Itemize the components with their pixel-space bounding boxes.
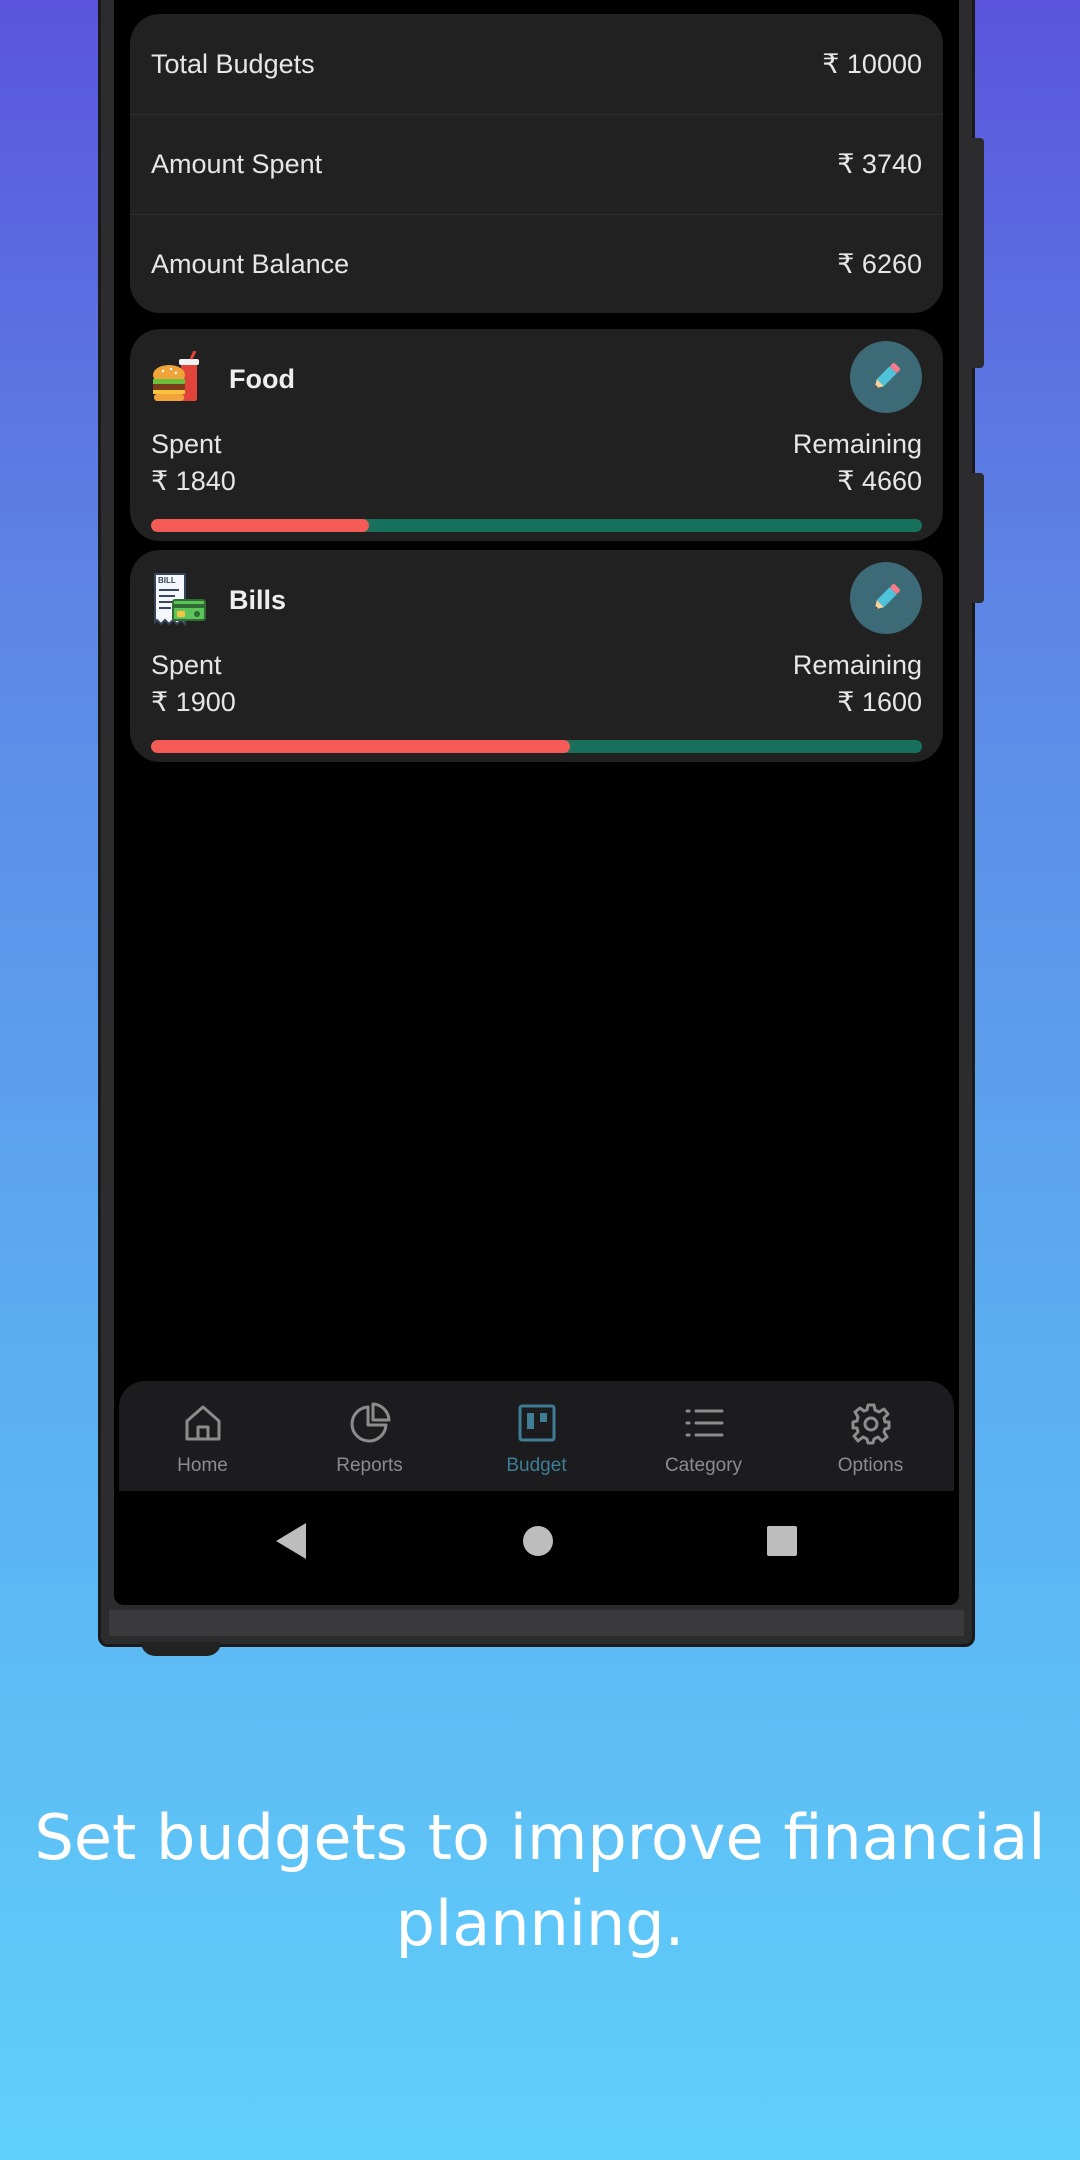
- spent-label: Spent: [151, 650, 222, 680]
- nav-item-reports[interactable]: Reports: [286, 1381, 453, 1491]
- system-navigation-bar: [114, 1491, 959, 1605]
- summary-label: Amount Balance: [151, 249, 350, 279]
- list-icon: [685, 1409, 723, 1437]
- budget-summary-card: Total Budgets ₹ 10000 Amount Spent ₹ 374…: [130, 14, 943, 313]
- edit-budget-button[interactable]: [850, 562, 922, 634]
- back-icon[interactable]: [274, 1521, 310, 1561]
- home-circle-icon[interactable]: [520, 1521, 556, 1561]
- summary-row-spent: Amount Spent ₹ 3740: [130, 114, 943, 214]
- summary-value: ₹ 3740: [837, 149, 922, 179]
- card-header: BILL Bills: [151, 572, 286, 628]
- pencil-icon: [874, 583, 901, 610]
- burger-drink-icon: [153, 351, 199, 401]
- remaining-value: ₹ 1600: [837, 687, 922, 717]
- spent-bar-fill: [151, 519, 370, 532]
- category-name: Food: [229, 363, 295, 394]
- pie-chart-icon: [350, 1402, 390, 1443]
- summary-value: ₹ 6260: [837, 249, 922, 279]
- phone-chin: [109, 1610, 964, 1636]
- spent-value: ₹ 1840: [151, 466, 236, 496]
- spent-label: Spent: [151, 429, 222, 459]
- nav-label: Budget: [506, 1455, 567, 1476]
- bill-receipt-icon: BILL: [154, 573, 206, 627]
- card-header: Food: [151, 351, 295, 407]
- remaining-label: Remaining: [792, 429, 922, 459]
- home-icon: [185, 1405, 220, 1441]
- summary-label: Total Budgets: [151, 48, 315, 79]
- summary-row-balance: Amount Balance ₹ 6260: [130, 214, 943, 313]
- summary-row-total: Total Budgets ₹ 10000: [130, 14, 943, 114]
- promo-tagline: Set budgets to improve financial plannin…: [34, 1801, 1046, 1960]
- remaining-label: Remaining: [792, 650, 922, 680]
- phone-side-button: [972, 138, 984, 368]
- spent-bar-fill: [151, 740, 570, 753]
- summary-label: Amount Spent: [151, 149, 323, 179]
- nav-item-category[interactable]: Category: [620, 1381, 787, 1491]
- nav-item-budget[interactable]: Budget: [453, 1381, 620, 1491]
- category-name: Bills: [229, 584, 287, 615]
- edit-budget-button[interactable]: [850, 341, 922, 413]
- nav-label: Reports: [336, 1455, 403, 1476]
- nav-item-options[interactable]: Options: [787, 1381, 954, 1491]
- bottom-navigation: Home Reports Budget Category Options: [119, 1381, 954, 1491]
- budget-board-icon: [518, 1404, 555, 1442]
- remaining-value: ₹ 4660: [837, 466, 922, 496]
- summary-value: ₹ 10000: [822, 48, 922, 79]
- phone-foot: [141, 1642, 221, 1656]
- nav-label: Home: [177, 1455, 228, 1476]
- gear-icon: [851, 1403, 890, 1445]
- budget-progress-bar: [151, 519, 922, 532]
- phone-side-button: [972, 473, 984, 603]
- budget-progress-bar: [151, 740, 922, 753]
- recents-square-icon[interactable]: [764, 1521, 800, 1561]
- pencil-icon: [874, 362, 901, 389]
- remaining-bar-fill: [572, 740, 922, 753]
- app-screen: Total Budgets ₹ 10000 Amount Spent ₹ 374…: [114, 0, 959, 1605]
- budget-card-bills[interactable]: BILL Bills Spent ₹ 1900 Remaining ₹ 1600: [130, 550, 943, 762]
- phone-frame: Total Budgets ₹ 10000 Amount Spent ₹ 374…: [98, 0, 984, 1656]
- nav-label: Options: [837, 1455, 904, 1476]
- nav-label: Category: [664, 1455, 743, 1476]
- remaining-bar-fill: [372, 519, 922, 532]
- budget-card-food[interactable]: Food Spent ₹ 1840 Remaining ₹ 4660: [130, 329, 943, 541]
- nav-item-home[interactable]: Home: [119, 1381, 286, 1491]
- svg-text:BILL: BILL: [158, 576, 176, 585]
- spent-value: ₹ 1900: [151, 687, 236, 717]
